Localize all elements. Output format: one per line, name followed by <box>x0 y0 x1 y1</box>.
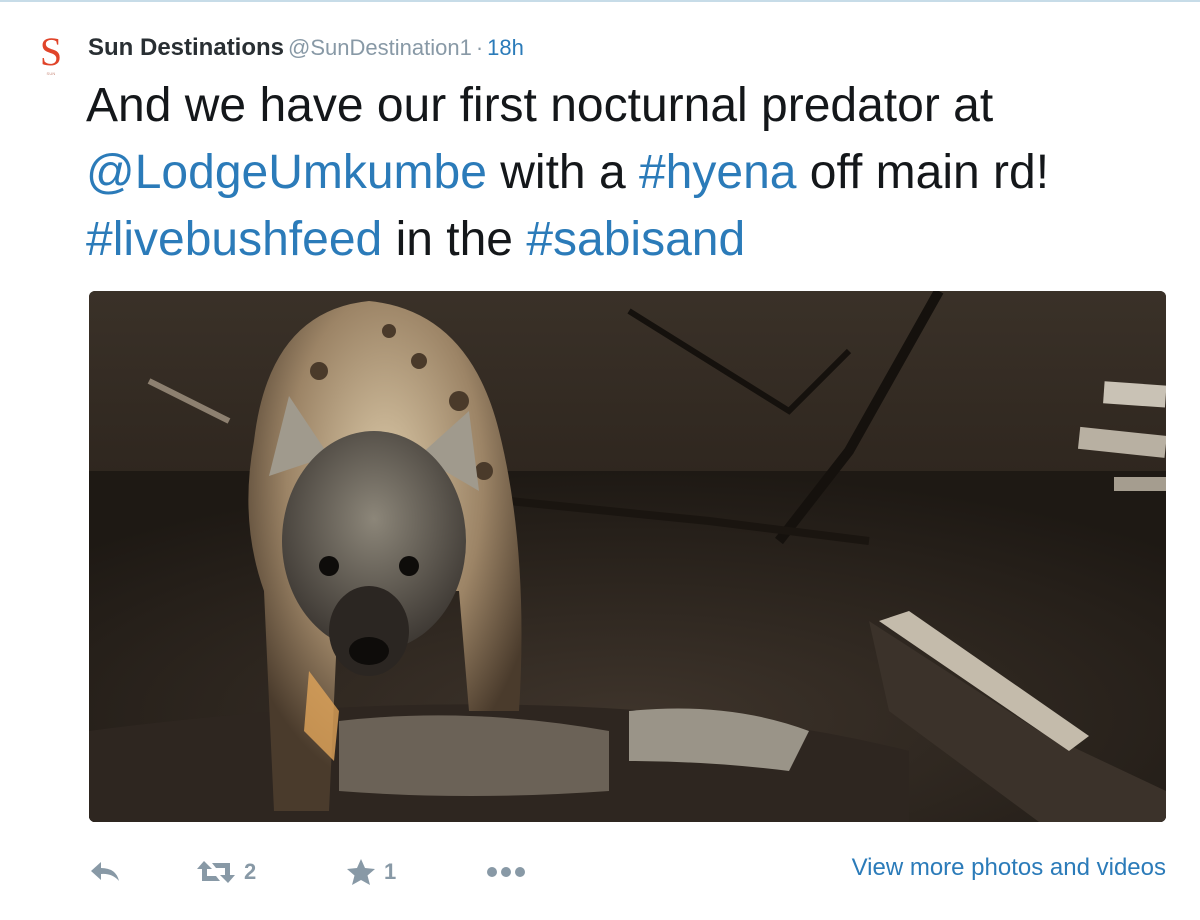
avatar[interactable]: S SUN DESTINATIONS <box>26 32 76 82</box>
more-icon <box>487 867 525 877</box>
favorite-count: 1 <box>384 859 397 884</box>
reply-icon <box>91 862 119 881</box>
avatar-logo-subtext: SUN DESTINATIONS <box>35 72 66 75</box>
tweet-text-with: with a <box>486 146 639 199</box>
tweet-text-off: off main rd! <box>796 146 1050 199</box>
hashtag-hyena-link[interactable]: #hyena <box>639 146 796 199</box>
retweet-count: 2 <box>244 859 257 884</box>
tweet-text: And we have our first nocturnal predator… <box>86 72 1186 273</box>
tweet-text-in-the: in the <box>382 213 527 266</box>
reply-button[interactable] <box>88 848 122 896</box>
tweet-header: Sun Destinations @SunDestination1 · 18h <box>88 33 524 63</box>
tweet-text-line1: And we have our first nocturnal predator… <box>86 79 994 132</box>
favorite-button[interactable]: 1 <box>346 848 396 896</box>
star-icon <box>347 859 375 885</box>
top-border <box>0 0 1200 2</box>
more-button[interactable] <box>486 848 526 896</box>
hashtag-sabisand-link[interactable]: #sabisand <box>526 213 745 266</box>
mention-link[interactable]: @LodgeUmkumbe <box>86 146 487 199</box>
tweet-actions: 2 1 View more photos and videos <box>88 848 1178 896</box>
hyena-photo-illustration <box>89 291 1166 822</box>
view-more-photos-link[interactable]: View more photos and videos <box>852 848 1166 888</box>
separator-dot: · <box>475 35 484 60</box>
avatar-logo-letter: S <box>39 29 63 74</box>
timestamp-link[interactable]: 18h <box>487 35 524 60</box>
user-handle[interactable]: @SunDestination1 <box>288 35 472 60</box>
hashtag-livebushfeed-link[interactable]: #livebushfeed <box>86 213 382 266</box>
display-name[interactable]: Sun Destinations <box>88 34 284 61</box>
tweet-photo[interactable] <box>89 291 1166 822</box>
retweet-icon <box>197 861 235 883</box>
retweet-button[interactable]: 2 <box>196 848 256 896</box>
